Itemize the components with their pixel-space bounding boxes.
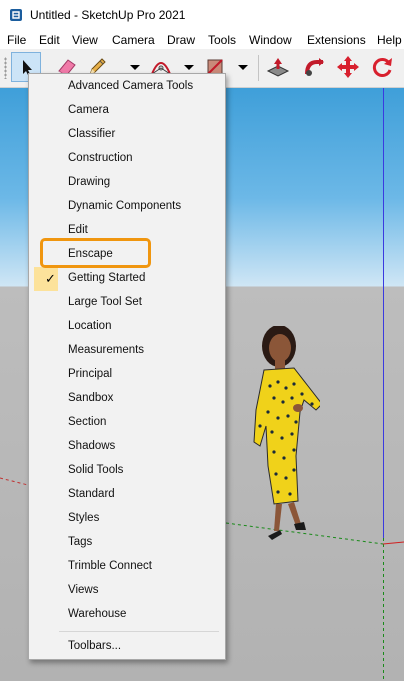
menu-item-getting-started[interactable]: ✓ Getting Started xyxy=(29,267,225,291)
menu-item-drawing[interactable]: Drawing xyxy=(29,171,225,195)
menu-item-label: Location xyxy=(68,320,112,332)
menu-item-trimble-connect[interactable]: Trimble Connect xyxy=(29,555,225,579)
menu-camera[interactable]: Camera xyxy=(112,33,155,47)
menu-window[interactable]: Window xyxy=(249,33,292,47)
window-title: Untitled - SketchUp Pro 2021 xyxy=(30,8,186,22)
menu-edit[interactable]: Edit xyxy=(39,33,60,47)
menu-item-location[interactable]: Location xyxy=(29,315,225,339)
menu-item-label: Standard xyxy=(68,488,115,500)
toolbar-grip-handle[interactable] xyxy=(4,57,7,79)
menu-extensions[interactable]: Extensions xyxy=(307,33,366,47)
menu-item-label: Toolbars... xyxy=(68,640,122,652)
menu-item-label: Edit xyxy=(68,224,88,236)
sketchup-app-icon xyxy=(10,9,22,21)
push-pull-icon[interactable] xyxy=(265,54,291,80)
menu-item-sandbox[interactable]: Sandbox xyxy=(29,387,225,411)
menu-bar: File Edit View Camera Draw Tools Window … xyxy=(0,30,404,49)
checkmark-icon: ✓ xyxy=(45,271,56,286)
dropdown-arrow-icon[interactable] xyxy=(230,54,256,80)
menu-item-principal[interactable]: Principal xyxy=(29,363,225,387)
menu-file[interactable]: File xyxy=(7,33,26,47)
menu-item-label: Styles xyxy=(68,512,100,524)
menu-help[interactable]: Help xyxy=(377,33,402,47)
menu-separator xyxy=(59,631,219,632)
menu-item-label: Construction xyxy=(68,152,133,164)
toolbar-separator xyxy=(258,55,259,81)
menu-item-label: Measurements xyxy=(68,344,145,356)
menu-item-label: Views xyxy=(68,584,99,596)
menu-draw[interactable]: Draw xyxy=(167,33,195,47)
menu-item-warehouse[interactable]: Warehouse xyxy=(29,603,225,627)
menu-item-solid-tools[interactable]: Solid Tools xyxy=(29,459,225,483)
menu-item-toolbars-dialog[interactable]: Toolbars... xyxy=(29,635,225,659)
menu-item-label: Getting Started xyxy=(68,272,146,284)
menu-item-label: Shadows xyxy=(68,440,116,452)
follow-me-icon[interactable] xyxy=(301,54,327,80)
menu-item-label: Drawing xyxy=(68,176,111,188)
checked-indicator: ✓ xyxy=(34,267,58,291)
menu-item-label: Principal xyxy=(68,368,113,380)
toolbars-submenu: Advanced Camera Tools Camera Classifier Con… xyxy=(28,73,226,660)
menu-item-label: Solid Tools xyxy=(68,464,124,476)
menu-item-label: Large Tool Set xyxy=(68,296,142,308)
menu-item-label: Camera xyxy=(68,104,109,116)
menu-item-label: Tags xyxy=(68,536,93,548)
menu-item-label: Classifier xyxy=(68,128,116,140)
title-bar: Untitled - SketchUp Pro 2021 xyxy=(0,0,404,30)
menu-item-standard[interactable]: Standard xyxy=(29,483,225,507)
menu-item-dynamic-components[interactable]: Dynamic Components xyxy=(29,195,225,219)
menu-item-label: Section xyxy=(68,416,107,428)
menu-item-label: Advanced Camera Tools xyxy=(68,80,194,92)
person-figure-image xyxy=(253,326,320,540)
menu-item-classifier[interactable]: Classifier xyxy=(29,123,225,147)
menu-item-camera[interactable]: Camera xyxy=(29,99,225,123)
menu-item-measurements[interactable]: Measurements xyxy=(29,339,225,363)
menu-view[interactable]: View xyxy=(72,33,98,47)
enscape-highlight-annotation xyxy=(40,238,151,268)
menu-item-label: Dynamic Components xyxy=(68,200,182,212)
menu-item-tags[interactable]: Tags xyxy=(29,531,225,555)
menu-item-large-tool-set[interactable]: Large Tool Set xyxy=(29,291,225,315)
menu-item-styles[interactable]: Styles xyxy=(29,507,225,531)
rotate-icon[interactable] xyxy=(369,54,395,80)
menu-item-shadows[interactable]: Shadows xyxy=(29,435,225,459)
menu-item-construction[interactable]: Construction xyxy=(29,147,225,171)
menu-item-label: Sandbox xyxy=(68,392,114,404)
menu-item-label: Warehouse xyxy=(68,608,127,620)
menu-tools[interactable]: Tools xyxy=(208,33,236,47)
menu-item-section[interactable]: Section xyxy=(29,411,225,435)
menu-item-views[interactable]: Views xyxy=(29,579,225,603)
menu-item-label: Trimble Connect xyxy=(68,560,152,572)
move-icon[interactable] xyxy=(335,54,361,80)
menu-item-advanced-camera-tools[interactable]: Advanced Camera Tools xyxy=(29,75,225,99)
